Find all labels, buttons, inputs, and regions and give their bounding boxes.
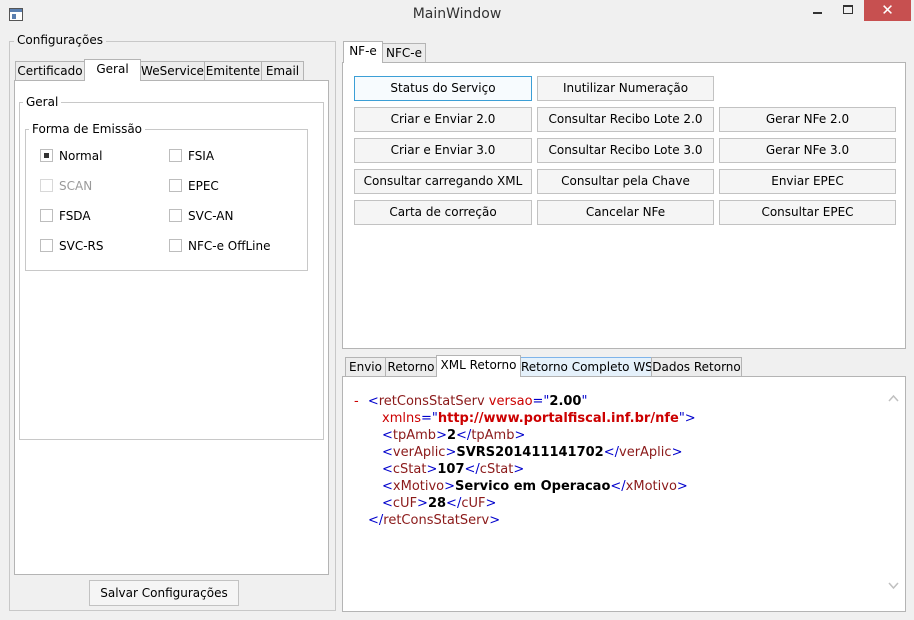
option-fsia[interactable]: FSIA [169,149,289,163]
option-normal[interactable]: Normal [40,149,160,163]
xml-element-line: <verAplic>SVRS201411141702</verAplic> [382,445,683,460]
option-label: EPEC [188,179,219,193]
cancelar-nfe-button[interactable]: Cancelar NFe [537,200,714,225]
consultar-xml-button[interactable]: Consultar carregando XML [354,169,532,194]
tab-retorno-completo-ws[interactable]: Retorno Completo WS [520,357,653,377]
forma-emissao-title: Forma de Emissão [29,122,146,136]
criar-enviar-20-button[interactable]: Criar e Enviar 2.0 [354,107,532,132]
xml-element-line: <tpAmb>2</tpAmb> [382,428,526,443]
checkbox-fsda[interactable] [40,209,53,222]
tab-xml-retorno[interactable]: XML Retorno [436,355,521,377]
minimize-icon [813,12,822,14]
xml-element-line: <xMotivo>Servico em Operacao</xMotivo> [382,479,688,494]
window-title: MainWindow [412,6,502,22]
tab-geral[interactable]: Geral [84,59,141,81]
xml-element-line: <cStat>107</cStat> [382,462,525,477]
tab-weservice[interactable]: WeService [140,61,205,81]
config-tabstrip: Certificado Geral WeService Emitente Ema… [15,59,329,81]
close-button[interactable]: ✕ [864,0,911,21]
scroll-down-icon[interactable] [888,582,899,590]
maximize-button[interactable] [834,0,862,21]
tab-certificado[interactable]: Certificado [15,61,85,81]
option-label: Normal [59,149,103,163]
title-bar[interactable]: MainWindow ✕ [0,0,914,30]
xml-element-line: <cUF>28</cUF> [382,496,497,511]
option-label: SCAN [59,179,93,193]
xml-viewer[interactable]: - <retConsStatServ versao="2.00" xmlns="… [346,380,882,608]
tab-emitente[interactable]: Emitente [204,61,262,81]
gerar-nfe-20-button[interactable]: Gerar NFe 2.0 [719,107,896,132]
checkbox-fsia[interactable] [169,149,182,162]
config-group-title: Configurações [14,33,106,47]
xml-root-open: - <retConsStatServ versao="2.00" [354,394,588,409]
option-epec[interactable]: EPEC [169,179,289,193]
scroll-up-icon[interactable] [888,394,899,402]
consultar-recibo-30-button[interactable]: Consultar Recibo Lote 3.0 [537,138,714,163]
consultar-epec-button[interactable]: Consultar EPEC [719,200,896,225]
status-servico-button[interactable]: Status do Serviço [354,76,532,101]
checkbox-svc-an[interactable] [169,209,182,222]
checkbox-normal[interactable] [40,149,53,162]
carta-correcao-button[interactable]: Carta de correção [354,200,532,225]
inutilizar-numeracao-button[interactable]: Inutilizar Numeração [537,76,714,101]
option-label: SVC-RS [59,239,104,253]
tab-dados-retorno[interactable]: Dados Retorno [651,357,742,377]
collapse-toggle[interactable]: - [354,394,359,409]
xml-root-close: </retConsStatServ> [368,513,501,528]
save-config-button[interactable]: Salvar Configurações [89,580,239,606]
checkbox-svc-rs[interactable] [40,239,53,252]
checkbox-nfce-offline[interactable] [169,239,182,252]
enviar-epec-button[interactable]: Enviar EPEC [719,169,896,194]
nfe-tabstrip: NF-e NFC-e [343,41,463,63]
tab-nfce[interactable]: NFC-e [382,43,426,63]
tab-nfe[interactable]: NF-e [343,41,383,63]
gerar-nfe-30-button[interactable]: Gerar NFe 3.0 [719,138,896,163]
option-label: NFC-e OffLine [188,239,271,253]
consultar-chave-button[interactable]: Consultar pela Chave [537,169,714,194]
criar-enviar-30-button[interactable]: Criar e Enviar 3.0 [354,138,532,163]
geral-group-title: Geral [23,95,62,109]
result-tabstrip: Envio Retorno XML Retorno Retorno Comple… [343,355,743,377]
option-label: FSIA [188,149,215,163]
maximize-icon [843,5,853,14]
option-label: SVC-AN [188,209,234,223]
tab-retorno[interactable]: Retorno [385,357,437,377]
checkbox-epec[interactable] [169,179,182,192]
tab-email[interactable]: Email [261,61,304,81]
option-svc-an[interactable]: SVC-AN [169,209,289,223]
close-icon: ✕ [881,1,894,19]
option-fsda[interactable]: FSDA [40,209,160,223]
minimize-button[interactable] [804,0,832,21]
tab-envio[interactable]: Envio [345,357,386,377]
option-scan: SCAN [40,179,160,193]
xml-xmlns-line: xmlns="http://www.portalfiscal.inf.br/nf… [382,411,696,426]
vertical-scrollbar[interactable] [884,380,902,608]
option-nfce-offline[interactable]: NFC-e OffLine [169,239,299,253]
consultar-recibo-20-button[interactable]: Consultar Recibo Lote 2.0 [537,107,714,132]
checkbox-scan [40,179,53,192]
option-label: FSDA [59,209,91,223]
option-svc-rs[interactable]: SVC-RS [40,239,160,253]
